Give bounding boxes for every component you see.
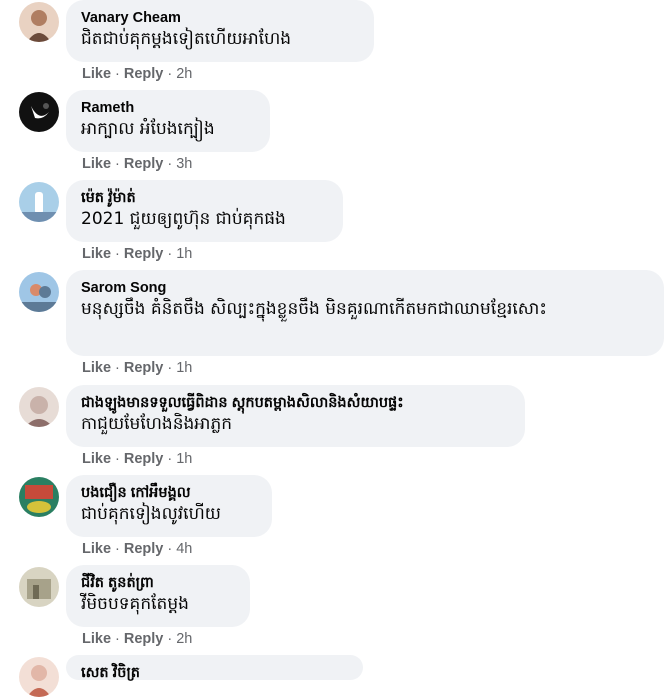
avatar[interactable] [19, 387, 59, 427]
comment-text: កាជួយមែហែងនិងអាភ្លក [81, 414, 233, 434]
comment-bubble: សេត វិចិត្រ [66, 655, 363, 682]
avatar-image [19, 2, 59, 42]
avatar-image [19, 92, 59, 132]
reply-button[interactable]: Reply [124, 246, 164, 262]
avatar-image [19, 477, 59, 517]
avatar[interactable] [19, 272, 59, 312]
avatar[interactable] [19, 2, 59, 42]
comment-actions: Like · Reply · 2h [82, 66, 193, 82]
like-button[interactable]: Like [82, 360, 111, 376]
avatar[interactable] [19, 657, 59, 697]
like-button[interactable]: Like [82, 541, 111, 557]
comment-author[interactable]: Vanary Cheam [81, 9, 359, 27]
avatar-image [19, 567, 59, 607]
reply-button[interactable]: Reply [124, 360, 164, 376]
comment-bubble: ជីវិត តូនត់ព្រា វីមិចបទគុកតែម្ដង [66, 565, 250, 627]
comment-bubble: Rameth អាក្បាល អំបែងក្បៀង [66, 90, 270, 152]
avatar[interactable] [19, 92, 59, 132]
like-button[interactable]: Like [82, 451, 111, 467]
like-button[interactable]: Like [82, 631, 111, 647]
like-button[interactable]: Like [82, 66, 111, 82]
reply-button[interactable]: Reply [124, 541, 164, 557]
comment-timestamp[interactable]: 2h [176, 631, 192, 647]
avatar-image [19, 657, 59, 697]
reply-button[interactable]: Reply [124, 631, 164, 647]
comment-timestamp[interactable]: 1h [176, 360, 192, 376]
comment-timestamp[interactable]: 1h [176, 451, 192, 467]
comment-timestamp[interactable]: 2h [176, 66, 192, 82]
comment-author[interactable]: បងជឿន កៅអឹមង្គល [81, 484, 257, 502]
comment-author[interactable]: សេត វិចិត្រ [81, 664, 348, 682]
comment-actions: Like · Reply · 1h [82, 360, 193, 376]
avatar[interactable] [19, 567, 59, 607]
comment-text: 2021 ជួយឲ្យពូហ៊ុន ជាប់គុកផង [81, 209, 286, 229]
comment-text: មនុស្សចឹង គំនិតចឹង សិល្បះក្នុងខ្លួនចឹង ម… [81, 299, 547, 319]
comment-text: អាក្បាល អំបែងក្បៀង [81, 119, 215, 139]
avatar[interactable] [19, 182, 59, 222]
avatar-image [19, 387, 59, 427]
like-button[interactable]: Like [82, 246, 111, 262]
comment-author[interactable]: ម៉េត វ៉ូម៉ាត់ [81, 189, 328, 207]
avatar-image [19, 182, 59, 222]
comment-author[interactable]: ជីវិត តូនត់ព្រា [81, 574, 235, 592]
reply-button[interactable]: Reply [124, 66, 164, 82]
comment-author[interactable]: ជាងឡូងមានទទួលធ្វើពិដាន ស្តុកបតម្ពាងសិលាន… [81, 394, 510, 412]
comment-text: ជាប់គុកទៀងលូវហើយ [81, 504, 221, 524]
avatar[interactable] [19, 477, 59, 517]
comment-bubble: Sarom Song មនុស្សចឹង គំនិតចឹង សិល្បះក្នុ… [66, 270, 664, 356]
comment-actions: Like · Reply · 1h [82, 451, 193, 467]
comment-actions: Like · Reply · 4h [82, 541, 193, 557]
comment-bubble: បងជឿន កៅអឹមង្គល ជាប់គុកទៀងលូវហើយ [66, 475, 272, 537]
comment-bubble: Vanary Cheam ជិតជាប់គុកម្ដងទៀតហើយអាហែង [66, 0, 374, 62]
comment-actions: Like · Reply · 1h [82, 246, 193, 262]
comment-bubble: ម៉េត វ៉ូម៉ាត់ 2021 ជួយឲ្យពូហ៊ុន ជាប់គុកផ… [66, 180, 343, 242]
like-button[interactable]: Like [82, 156, 111, 172]
comment-text: វីមិចបទគុកតែម្ដង [81, 594, 189, 614]
comment-actions: Like · Reply · 2h [82, 631, 193, 647]
comment-author[interactable]: Rameth [81, 99, 255, 117]
comment-timestamp[interactable]: 3h [176, 156, 192, 172]
comment-actions: Like · Reply · 3h [82, 156, 193, 172]
comment-bubble: ជាងឡូងមានទទួលធ្វើពិដាន ស្តុកបតម្ពាងសិលាន… [66, 385, 525, 447]
reply-button[interactable]: Reply [124, 156, 164, 172]
comment-text: ជិតជាប់គុកម្ដងទៀតហើយអាហែង [81, 29, 292, 49]
comment-timestamp[interactable]: 4h [176, 541, 192, 557]
reply-button[interactable]: Reply [124, 451, 164, 467]
comment-author[interactable]: Sarom Song [81, 279, 649, 297]
comment-timestamp[interactable]: 1h [176, 246, 192, 262]
avatar-image [19, 272, 59, 312]
